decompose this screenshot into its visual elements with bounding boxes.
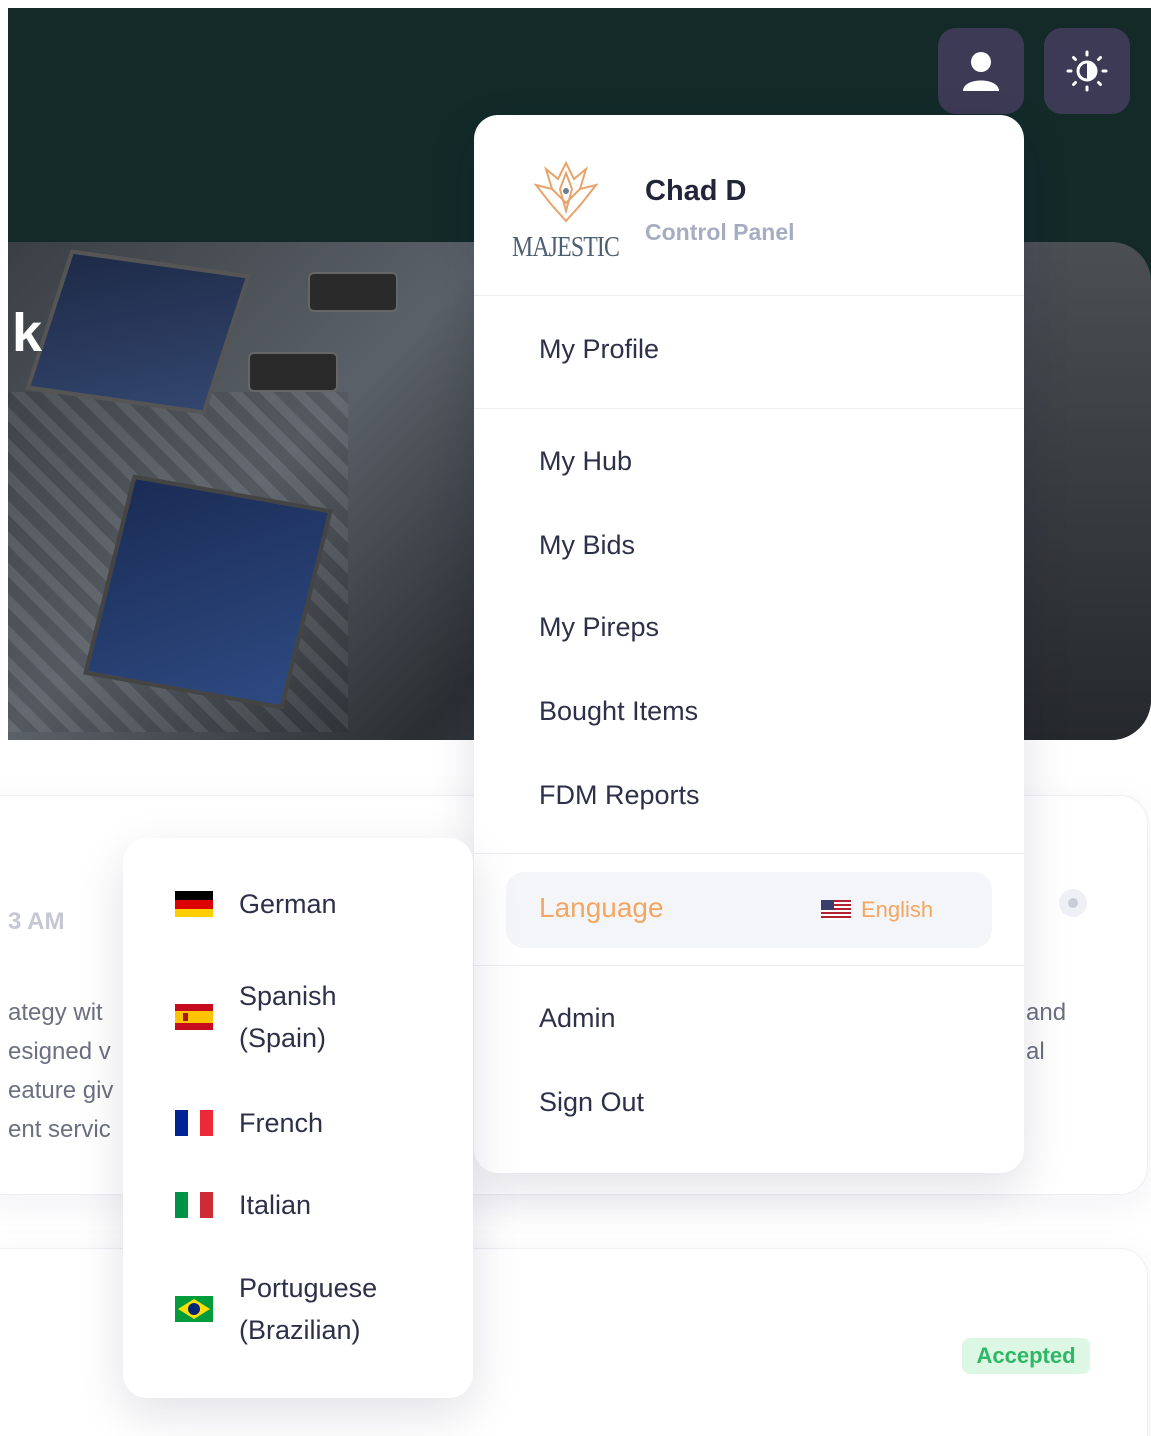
throttle-lever bbox=[308, 272, 398, 312]
language-option-label: Italian bbox=[239, 1190, 312, 1220]
hero-title-fragment: k bbox=[12, 303, 43, 363]
post-time: 3 AM bbox=[8, 908, 65, 935]
current-language: English bbox=[821, 897, 933, 923]
language-submenu: German Spanish (Spain) French Italian Po… bbox=[123, 838, 473, 1398]
french-flag-icon bbox=[175, 1110, 213, 1136]
majestic-logo: MAJESTIC bbox=[512, 159, 620, 265]
italian-flag-icon bbox=[175, 1192, 213, 1218]
menu-item-my-hub[interactable]: My Hub bbox=[539, 446, 632, 477]
menu-item-my-profile[interactable]: My Profile bbox=[539, 334, 659, 365]
cockpit-display bbox=[25, 249, 251, 415]
menu-item-admin[interactable]: Admin bbox=[539, 1003, 616, 1034]
spanish-flag-icon bbox=[175, 1004, 213, 1030]
post-text: and al bbox=[1026, 999, 1067, 1065]
language-option-label: Spanish (Spain) bbox=[239, 981, 337, 1053]
throttle-lever bbox=[248, 352, 338, 392]
user-menu-button[interactable] bbox=[938, 28, 1024, 114]
language-option-label: German bbox=[239, 889, 337, 919]
brazil-flag-icon bbox=[175, 1296, 213, 1322]
status-badge: Accepted bbox=[962, 1338, 1090, 1374]
user-name: Chad D bbox=[645, 175, 747, 207]
menu-item-my-bids[interactable]: My Bids bbox=[539, 530, 635, 561]
menu-item-sign-out[interactable]: Sign Out bbox=[539, 1087, 644, 1118]
menu-divider bbox=[474, 408, 1024, 409]
menu-divider bbox=[474, 853, 1024, 854]
us-flag-icon bbox=[821, 900, 851, 920]
control-panel-link[interactable]: Control Panel bbox=[645, 219, 795, 246]
language-option-german[interactable]: German bbox=[175, 883, 337, 925]
menu-divider bbox=[474, 965, 1024, 966]
language-option-portuguese[interactable]: Portuguese (Brazilian) bbox=[175, 1267, 377, 1351]
language-label: Language bbox=[539, 892, 664, 923]
menu-item-my-pireps[interactable]: My Pireps bbox=[539, 612, 659, 643]
language-option-italian[interactable]: Italian bbox=[175, 1184, 311, 1226]
cockpit-edge bbox=[1011, 242, 1151, 740]
user-dropdown-menu: MAJESTIC Chad D Control Panel My Profile… bbox=[474, 115, 1024, 1173]
user-menu-header: MAJESTIC Chad D Control Panel bbox=[474, 115, 1024, 296]
logo-text: MAJESTIC bbox=[512, 231, 620, 263]
menu-item-bought-items[interactable]: Bought Items bbox=[539, 696, 698, 727]
current-language-label: English bbox=[861, 897, 934, 922]
user-icon bbox=[963, 52, 999, 91]
menu-item-fdm-reports[interactable]: FDM Reports bbox=[539, 780, 700, 811]
language-option-french[interactable]: French bbox=[175, 1102, 323, 1144]
eye-icon[interactable] bbox=[1054, 886, 1092, 920]
menu-item-language[interactable]: Language English bbox=[506, 872, 992, 948]
language-option-label: Portuguese (Brazilian) bbox=[239, 1273, 378, 1345]
theme-toggle-button[interactable] bbox=[1044, 28, 1130, 114]
language-option-label: French bbox=[239, 1108, 324, 1138]
german-flag-icon bbox=[175, 891, 213, 917]
sun-icon bbox=[1066, 50, 1108, 92]
post-text: ategy wit esigned v eature giv ent servi… bbox=[8, 999, 114, 1143]
language-option-spanish[interactable]: Spanish (Spain) bbox=[175, 975, 337, 1059]
